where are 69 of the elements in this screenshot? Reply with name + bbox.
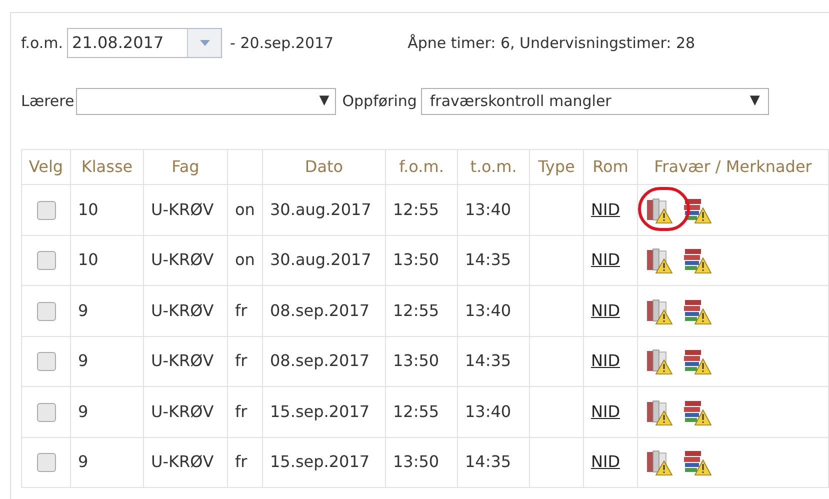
books-warning-icon[interactable] — [682, 347, 712, 376]
start-time-cell: 12:55 — [393, 200, 440, 219]
date-cell: 30.aug.2017 — [270, 200, 372, 219]
end-time-cell: 13:40 — [465, 300, 512, 320]
start-time-cell: 13:50 — [393, 250, 440, 270]
book-warning-icon[interactable] — [644, 347, 674, 376]
end-time-cell: 14:35 — [465, 351, 512, 370]
from-label: f.o.m. — [21, 32, 64, 54]
class-cell: 9 — [78, 351, 88, 370]
row-checkbox[interactable] — [36, 352, 56, 372]
teacher-select[interactable]: ▼ — [76, 88, 336, 114]
weekday-cell: on — [235, 200, 255, 219]
subject-cell: U-KRØV — [151, 452, 214, 472]
column-header: f.o.m. — [399, 157, 444, 176]
status-label: Oppføring — [342, 90, 417, 112]
date-field[interactable]: 21.08.2017 — [67, 28, 222, 58]
row-checkbox[interactable] — [36, 453, 56, 472]
weekday-cell: fr — [235, 300, 248, 320]
weekday-cell: on — [235, 250, 255, 270]
column-header: t.o.m. — [470, 157, 517, 176]
date-cell: 15.sep.2017 — [270, 402, 370, 421]
date-cell: 08.sep.2017 — [270, 300, 370, 320]
row-checkbox[interactable] — [36, 251, 56, 270]
end-time-cell: 14:35 — [465, 250, 512, 270]
row-checkbox[interactable] — [36, 302, 56, 321]
end-time-cell: 14:35 — [465, 452, 512, 472]
books-warning-icon[interactable] — [682, 448, 712, 476]
subject-cell: U-KRØV — [151, 351, 214, 370]
subject-cell: U-KRØV — [151, 250, 214, 270]
row-checkbox[interactable] — [36, 200, 56, 220]
book-warning-icon[interactable] — [644, 246, 674, 274]
book-warning-icon[interactable] — [644, 296, 674, 325]
date-cell: 30.aug.2017 — [270, 250, 372, 270]
caret-icon — [200, 40, 210, 46]
date-cell: 15.sep.2017 — [270, 452, 370, 472]
column-header: Type — [538, 157, 575, 176]
class-cell: 10 — [78, 200, 98, 219]
book-warning-icon[interactable] — [644, 448, 674, 476]
teacher-label: Lærere — [21, 90, 74, 112]
column-header: Klasse — [81, 157, 133, 176]
weekday-cell: fr — [235, 452, 248, 472]
books-warning-icon[interactable] — [682, 246, 712, 274]
start-time-cell: 12:55 — [393, 300, 440, 320]
date-cell: 08.sep.2017 — [270, 351, 370, 370]
status-select[interactable]: fraværskontroll mangler ▼ — [420, 88, 769, 114]
column-header: Velg — [28, 157, 64, 176]
row-checkbox[interactable] — [36, 402, 56, 422]
subject-cell: U-KRØV — [151, 402, 214, 421]
to-date-text: - 20.sep.2017 — [230, 32, 334, 54]
class-cell: 9 — [78, 452, 88, 472]
column-header: Fravær / Merknader — [654, 157, 812, 176]
start-time-cell: 13:50 — [393, 351, 440, 370]
subject-cell: U-KRØV — [151, 200, 214, 219]
class-cell: 9 — [78, 300, 88, 320]
column-header: Rom — [592, 157, 628, 176]
subject-cell: U-KRØV — [151, 300, 214, 320]
class-cell: 9 — [78, 402, 88, 421]
book-warning-icon[interactable] — [644, 398, 674, 426]
weekday-cell: fr — [235, 402, 248, 421]
end-time-cell: 13:40 — [465, 200, 512, 219]
class-cell: 10 — [78, 250, 98, 270]
column-header: Fag — [172, 157, 200, 176]
start-time-cell: 12:55 — [393, 402, 440, 421]
book-warning-icon[interactable] — [644, 196, 674, 224]
end-time-cell: 13:40 — [465, 402, 512, 421]
start-time-cell: 13:50 — [393, 452, 440, 472]
weekday-cell: fr — [235, 351, 248, 370]
hours-summary: Åpne timer: 6, Undervisningstimer: 28 — [408, 32, 696, 54]
column-header: Dato — [304, 157, 344, 176]
